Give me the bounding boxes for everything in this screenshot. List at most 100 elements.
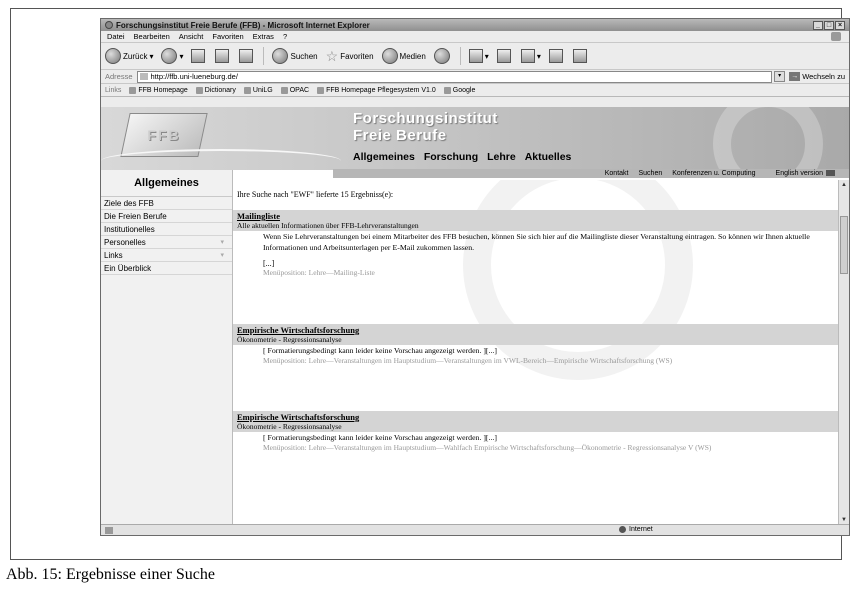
edit-button[interactable]: ▾ [520, 49, 541, 63]
history-button[interactable] [433, 48, 452, 64]
sidebar: Allgemeines Ziele des FFB Die Freien Ber… [101, 170, 233, 525]
sidebar-item-label: Ein Überblick [104, 263, 152, 273]
nav-aktuelles[interactable]: Aktuelles [525, 151, 572, 163]
menu-bearbeiten[interactable]: Bearbeiten [134, 32, 170, 41]
english-version-label: English version [775, 170, 823, 177]
edit-dropdown-icon[interactable]: ▾ [537, 52, 541, 61]
sidebar-item-ziele[interactable]: Ziele des FFB [101, 197, 232, 210]
result-subtitle: Ökonometrie - Regressionsanalyse [237, 335, 342, 344]
search-label: Suchen [290, 51, 318, 61]
subnav-konferenzen[interactable]: Konferenzen u. Computing [672, 170, 755, 177]
forward-button[interactable]: ▾ [161, 48, 183, 64]
scroll-up-icon[interactable]: ▲ [839, 180, 849, 190]
result-header: Empirische Wirtschaftsforschung Ökonomet… [233, 411, 839, 432]
sub-navigation: Kontakt Suchen Konferenzen u. Computing … [333, 169, 849, 178]
result-title-link[interactable]: Empirische Wirtschaftsforschung [237, 411, 839, 422]
maximize-button[interactable]: □ [824, 20, 834, 30]
nav-forschung[interactable]: Forschung [424, 151, 478, 163]
history-icon [433, 48, 450, 64]
menu-favoriten[interactable]: Favoriten [212, 32, 243, 41]
sidebar-item-label: Links [104, 250, 123, 260]
menu-ansicht[interactable]: Ansicht [179, 32, 204, 41]
result-more: [...] [263, 259, 275, 268]
search-icon [272, 48, 289, 64]
favorites-label: Favoriten [340, 51, 374, 61]
print-button[interactable] [496, 49, 513, 63]
sidebar-item-ueberblick[interactable]: Ein Überblick [101, 262, 232, 275]
windows-flag-icon [831, 32, 841, 41]
sidebar-item-label: Ziele des FFB [104, 198, 154, 208]
browser-window: Forschungsinstitut Freie Berufe (FFB) - … [100, 18, 850, 536]
links-label: Links [105, 86, 122, 94]
link-label: UniLG [252, 86, 273, 94]
address-dropdown-icon[interactable]: ▾ [774, 71, 786, 82]
result-snippet: [ Formatierungsbedingt kann leider keine… [263, 433, 497, 442]
globe-icon [619, 526, 626, 533]
sidebar-item-personelles[interactable]: Personelles ▾ [101, 236, 232, 249]
page-icon [195, 86, 203, 94]
toolbar-separator [459, 47, 461, 65]
result-title-link[interactable]: Empirische Wirtschaftsforschung [237, 324, 839, 335]
stop-icon [191, 49, 206, 63]
result-subtitle: Ökonometrie - Regressionsanalyse [237, 422, 342, 431]
mail-icon [468, 49, 483, 63]
chevron-down-icon: ▾ [220, 239, 224, 246]
refresh-button[interactable] [215, 49, 231, 63]
subnav-kontakt[interactable]: Kontakt [605, 170, 629, 177]
result-title-link[interactable]: Mailingliste [237, 210, 839, 221]
link-dictionary[interactable]: Dictionary [195, 86, 236, 94]
menu-help[interactable]: ? [283, 32, 287, 41]
mail-button[interactable]: ▾ [468, 49, 489, 63]
sidebar-item-label: Institutionelles [104, 224, 155, 234]
security-zone: Internet [619, 526, 653, 533]
link-opac[interactable]: OPAC [280, 86, 309, 94]
link-google[interactable]: Google [443, 86, 475, 94]
back-button[interactable]: Zurück ▾ [105, 48, 153, 64]
star-icon: ☆ [325, 47, 339, 64]
vertical-scrollbar[interactable]: ▲ ▼ [838, 180, 849, 525]
scroll-thumb[interactable] [840, 216, 848, 274]
search-result: Empirische Wirtschaftsforschung Ökonomet… [233, 324, 839, 366]
toolbar-separator [263, 47, 265, 65]
nav-allgemeines[interactable]: Allgemeines [353, 151, 415, 163]
go-button[interactable]: → Wechseln zu [789, 72, 845, 81]
link-ffb-pflegesystem[interactable]: FFB Homepage Pflegesystem V1.0 [317, 86, 436, 94]
minimize-button[interactable]: _ [813, 20, 823, 30]
media-button[interactable]: Medien [381, 48, 426, 64]
messenger-button[interactable] [572, 49, 589, 63]
address-bar: Adresse http://ffb.uni-lueneburg.de/ ▾ →… [101, 70, 849, 84]
menu-bar: Datei Bearbeiten Ansicht Favoriten Extra… [101, 31, 849, 43]
close-button[interactable]: × [835, 20, 845, 30]
forward-arrow-icon [161, 48, 178, 64]
link-ffb-homepage[interactable]: FFB Homepage [129, 86, 188, 94]
forward-dropdown-icon[interactable]: ▾ [179, 52, 183, 61]
sidebar-item-institutionelles[interactable]: Institutionelles [101, 223, 232, 236]
chevron-down-icon: ▾ [220, 252, 224, 259]
stop-button[interactable] [191, 49, 207, 63]
zone-label: Internet [629, 526, 653, 533]
nav-lehre[interactable]: Lehre [487, 151, 516, 163]
links-bar: Links FFB Homepage Dictionary UniLG OPAC… [101, 84, 849, 97]
favorites-button[interactable]: ☆ Favoriten [326, 48, 374, 65]
address-url: http://ffb.uni-lueneburg.de/ [150, 72, 238, 81]
link-unilg[interactable]: UniLG [243, 86, 273, 94]
discuss-button[interactable] [548, 49, 565, 63]
discuss-icon [548, 49, 563, 63]
menu-datei[interactable]: Datei [107, 32, 125, 41]
link-label: FFB Homepage Pflegesystem V1.0 [326, 86, 436, 94]
search-button[interactable]: Suchen [272, 48, 318, 64]
back-dropdown-icon[interactable]: ▾ [149, 52, 153, 61]
home-button[interactable] [239, 49, 255, 63]
sidebar-item-freie-berufe[interactable]: Die Freien Berufe [101, 210, 232, 223]
mail-dropdown-icon[interactable]: ▾ [485, 52, 489, 61]
sidebar-item-links[interactable]: Links ▾ [101, 249, 232, 262]
subnav-suchen[interactable]: Suchen [639, 170, 663, 177]
subnav-english-version[interactable]: English version [766, 170, 835, 177]
logo-text: FFB [147, 127, 181, 143]
menu-extras[interactable]: Extras [253, 32, 274, 41]
address-input[interactable]: http://ffb.uni-lueneburg.de/ [136, 70, 773, 83]
main-navigation: Allgemeines Forschung Lehre Aktuelles [353, 151, 580, 163]
media-icon [381, 48, 398, 64]
go-arrow-icon: → [789, 72, 801, 81]
toolbar: Zurück ▾ ▾ Suchen ☆ Favoriten Medien ▾ ▾ [101, 43, 849, 70]
